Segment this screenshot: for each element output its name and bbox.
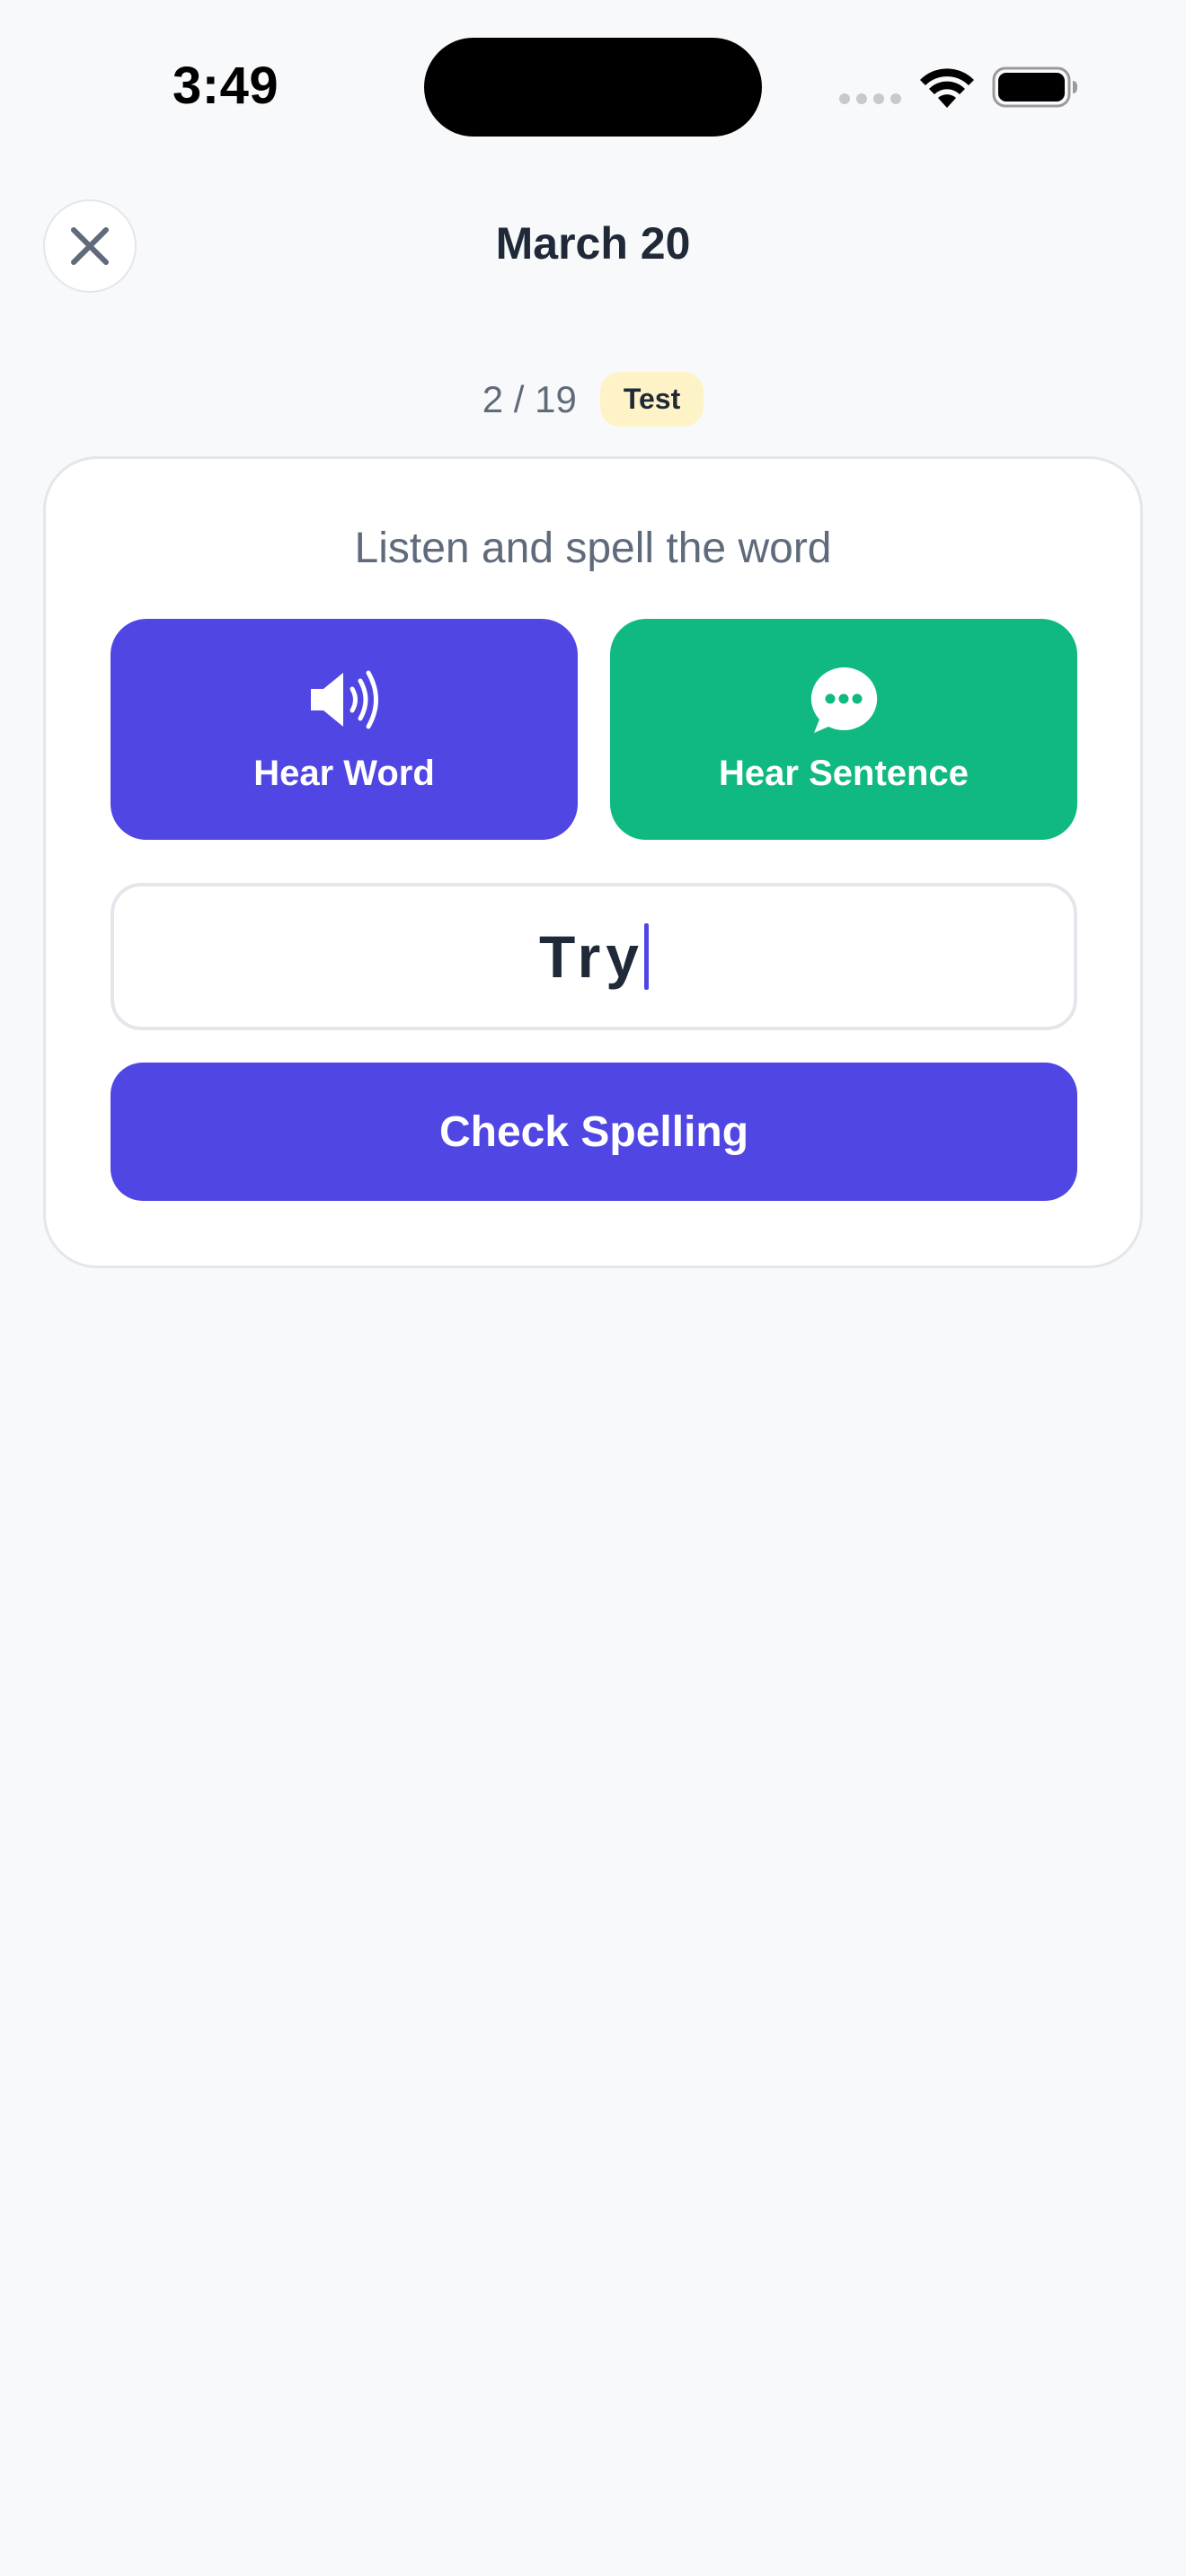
- speech-bubble-icon: [810, 666, 878, 733]
- answer-value: Try: [538, 923, 645, 990]
- check-spelling-button[interactable]: Check Spelling: [111, 1063, 1077, 1201]
- spelling-card: Listen and spell the word Hear Word Hear…: [43, 456, 1143, 1268]
- status-bar: 3:49: [0, 0, 1186, 162]
- hear-word-label: Hear Word: [253, 754, 435, 793]
- mode-badge: Test: [599, 372, 704, 427]
- answer-input[interactable]: Try: [111, 883, 1077, 1030]
- text-cursor: [644, 923, 650, 990]
- progress-counter: 2 / 19: [482, 377, 577, 420]
- status-time: 3:49: [173, 57, 279, 115]
- hear-sentence-label: Hear Sentence: [719, 754, 969, 793]
- instruction-text: Listen and spell the word: [354, 525, 832, 572]
- cellular-signal-icon: [839, 93, 902, 106]
- dynamic-island: [424, 38, 762, 137]
- hear-sentence-button[interactable]: Hear Sentence: [610, 619, 1077, 840]
- hear-word-button[interactable]: Hear Word: [111, 619, 578, 840]
- battery-icon: [992, 66, 1078, 108]
- page-title: March 20: [495, 218, 691, 269]
- progress-row: 2 / 19 Test: [0, 372, 1186, 427]
- speaker-icon: [311, 670, 378, 729]
- wifi-icon: [918, 65, 976, 110]
